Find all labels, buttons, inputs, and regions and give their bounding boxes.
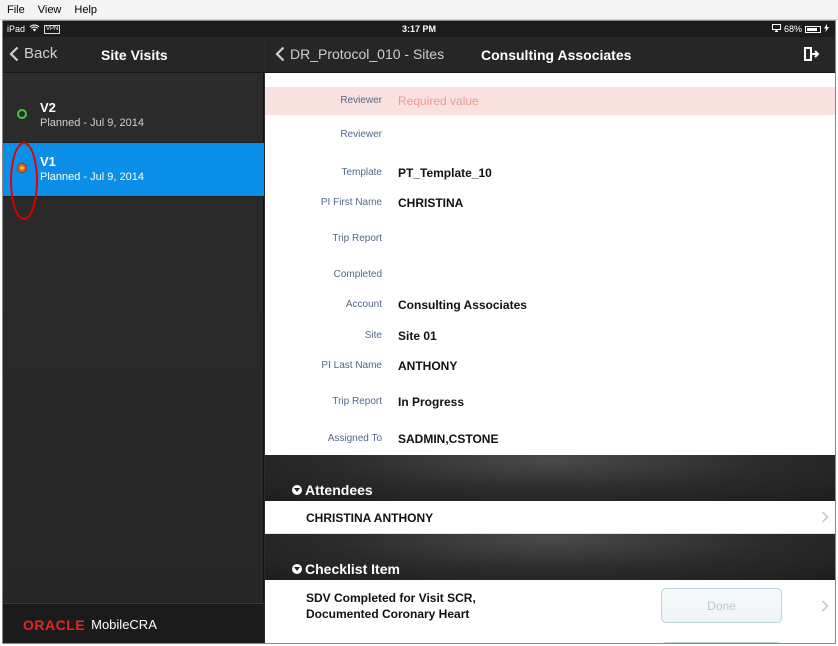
field-label: Completed [333,269,382,280]
battery-icon [805,25,821,33]
checklist-item-row[interactable]: SDV Completed for Visit SCR, Documented … [265,580,835,643]
checklist-item-line2: Documented Coronary Heart [306,607,470,621]
field-label: PI First Name [320,197,382,208]
field-row-pi-first-name: PI First Name CHRISTINA [265,189,835,217]
attendee-name: CHRISTINA ANTHONY [306,511,434,525]
visit-name: V1 [40,154,56,169]
field-label: Reviewer [340,95,382,106]
field-label: Account [345,299,382,310]
visit-subtitle: Planned - Jul 9, 2014 [40,171,144,183]
oracle-logo: ORACLE [23,616,86,633]
right-nav-bar: DR_Protocol_010 - Sites Consulting Assoc… [265,37,835,73]
airplay-icon [771,24,781,34]
visit-name: V2 [40,100,56,115]
field-value: In Progress [398,395,465,409]
logout-icon[interactable] [803,45,821,63]
battery-percent: 68% [783,24,802,34]
field-row-pi-last-name: PI Last Name ANTHONY [265,352,835,380]
status-time: 3:17 PM [401,24,436,34]
ios-status-bar: iPad VPN 3:17 PM 68% [3,21,835,37]
collapse-icon [292,564,302,574]
field-label: Trip Report [332,233,382,244]
field-row-trip-report-status: Trip Report In Progress [265,388,835,416]
field-row-assigned-to: Assigned To SADMIN,CSTONE [265,425,835,453]
chevron-right-icon [821,511,829,523]
field-label: Reviewer [340,129,382,140]
visit-list: V2 Planned - Jul 9, 2014 V1 Planned - Ju… [3,89,264,197]
breadcrumb-back-button[interactable]: DR_Protocol_010 - Sites [275,46,444,62]
done-button-partial[interactable] [661,642,782,643]
visit-item-v1[interactable]: V1 Planned - Jul 9, 2014 [3,143,264,197]
field-row-template: Template PT_Template_10 [265,159,835,187]
field-value: Site 01 [398,329,437,343]
section-title: Checklist Item [305,561,400,577]
attendee-row[interactable]: CHRISTINA ANTHONY [265,501,835,534]
field-row-trip-report: Trip Report [265,225,835,253]
visit-item-v2[interactable]: V2 Planned - Jul 9, 2014 [3,89,264,143]
field-row-reviewer-required[interactable]: Reviewer Required value [265,87,835,115]
field-value: SADMIN,CSTONE [398,432,499,446]
app-branding-footer: ORACLE MobileCRA [3,603,264,643]
host-menubar: File View Help [0,0,838,20]
page-title: Consulting Associates [481,47,632,63]
chevron-right-icon [821,600,829,612]
field-label: Site [364,330,382,341]
field-label: Trip Report [332,396,382,407]
site-visits-pane: Back Site Visits V2 Planned - Jul 9, 201… [3,37,264,643]
checklist-item-line1: SDV Completed for Visit SCR, [306,591,476,605]
done-button[interactable]: Done [661,588,782,623]
back-label: Back [24,45,58,62]
left-pane-title: Site Visits [101,47,168,63]
field-row-site: Site Site 01 [265,322,835,350]
status-dot-icon [17,163,27,173]
status-circle-icon [17,109,27,119]
collapse-icon [292,485,302,495]
checklist-section-header[interactable]: Checklist Item [265,534,835,580]
product-name: MobileCRA [91,617,157,632]
field-value: Consulting Associates [398,298,527,312]
field-label: Assigned To [327,433,382,444]
menu-file[interactable]: File [7,4,25,16]
breadcrumb-label: DR_Protocol_010 - Sites [290,46,445,62]
field-value: ANTHONY [398,359,458,373]
field-value: CHRISTINA [398,196,464,210]
visit-detail-pane: DR_Protocol_010 - Sites Consulting Assoc… [265,37,835,643]
menu-help[interactable]: Help [74,4,97,16]
ipad-screen: iPad VPN 3:17 PM 68% Back Site Visits V2… [2,20,836,644]
chevron-left-icon [9,46,19,61]
field-value: PT_Template_10 [398,166,492,180]
visit-subtitle: Planned - Jul 9, 2014 [40,117,144,129]
menu-view[interactable]: View [38,4,62,16]
field-row-reviewer: Reviewer [265,121,835,149]
left-nav-bar: Back Site Visits [3,37,264,73]
field-label: Template [341,167,382,178]
section-title: Attendees [305,482,373,498]
reviewer-input[interactable]: Required value [398,94,479,108]
field-row-account: Account Consulting Associates [265,291,835,319]
attendees-section-header[interactable]: Attendees [265,455,835,501]
field-label: PI Last Name [321,360,382,371]
field-row-completed: Completed [265,261,835,289]
charging-icon [824,24,829,34]
back-button[interactable]: Back [9,45,57,62]
chevron-left-icon [275,46,285,62]
